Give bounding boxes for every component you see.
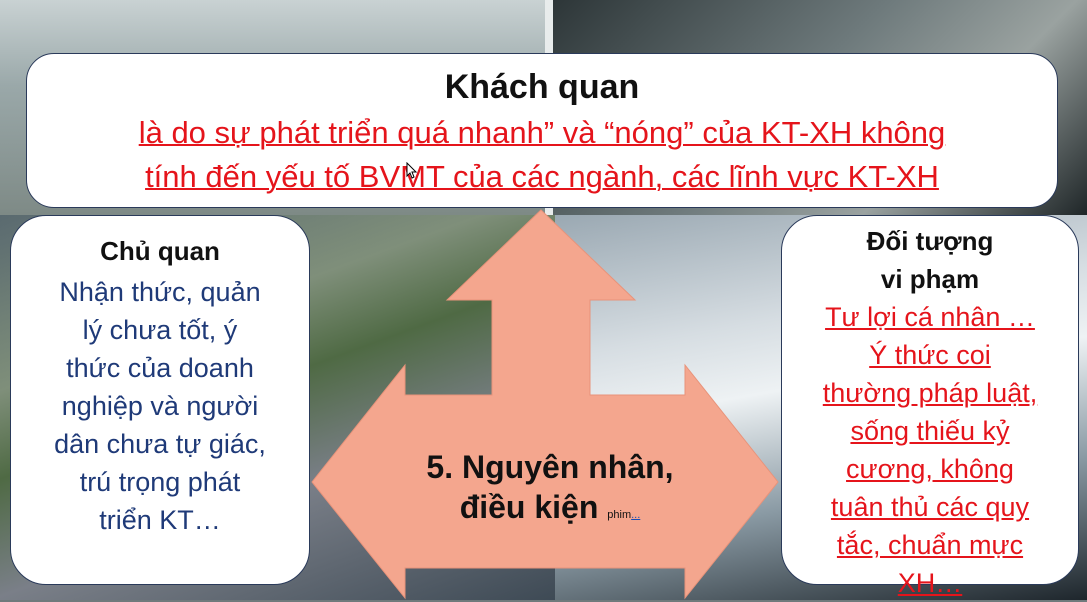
objective-line-1: là do sự phát triển quá nhanh” và “nóng”… [138,115,946,150]
violator-title-line-2: vi phạm [880,264,980,294]
violator-line: sống thiếu kỷ [850,416,1010,446]
objective-description: là do sự phát triển quá nhanh” và “nóng”… [27,111,1057,199]
objective-line-2: tính đến yếu tố BVMT của các ngành, các … [145,159,939,194]
violator-line: tuân thủ các quy [830,492,1030,522]
subjective-line: Nhận thức, quản [59,277,261,307]
cause-conditions-label: 5. Nguyên nhân, điều kiện phim... [395,447,705,535]
violator-line: Ý thức coi [869,340,991,370]
violator-line: cương, không [846,454,1014,484]
violator-description: Tư lợi cá nhân … Ý thức coi thường pháp … [782,298,1078,602]
center-line-2-text: điều kiện [459,489,599,525]
film-link-suffix[interactable]: ... [631,509,640,521]
violator-line: Tư lợi cá nhân … [825,302,1035,332]
subjective-line: triển KT… [99,505,221,535]
subjective-cause-box: Chủ quan Nhận thức, quản lý chưa tốt, ý … [10,215,310,585]
violator-box: Đối tượng vi phạm Tư lợi cá nhân … Ý thứ… [781,215,1079,598]
film-link[interactable]: phim... [607,509,640,521]
violator-line: tắc, chuẩn mực [836,530,1024,560]
subjective-line: nghiệp và người [61,391,259,421]
subjective-line: lý chưa tốt, ý [82,315,238,345]
violator-title: Đối tượng vi phạm [782,222,1078,298]
violator-line: XH… [897,568,963,598]
violator-line: thường pháp luật, [822,378,1038,408]
film-link-label[interactable]: phim [607,509,631,521]
subjective-line: trú trọng phát [79,467,241,497]
mouse-pointer-icon [406,162,418,179]
objective-title: Khách quan [444,68,640,106]
violator-title-line-1: Đối tượng [866,226,994,256]
subjective-description: Nhận thức, quản lý chưa tốt, ý thức của … [11,273,309,539]
center-line-1: 5. Nguyên nhân, [426,449,674,485]
subjective-line: thức của doanh [66,353,254,383]
subjective-line: dân chưa tự giác, [54,429,266,459]
objective-cause-box: Khách quan là do sự phát triển quá nhanh… [26,53,1058,208]
center-line-2: điều kiện phim... [395,487,705,535]
subjective-title: Chủ quan [100,236,220,266]
